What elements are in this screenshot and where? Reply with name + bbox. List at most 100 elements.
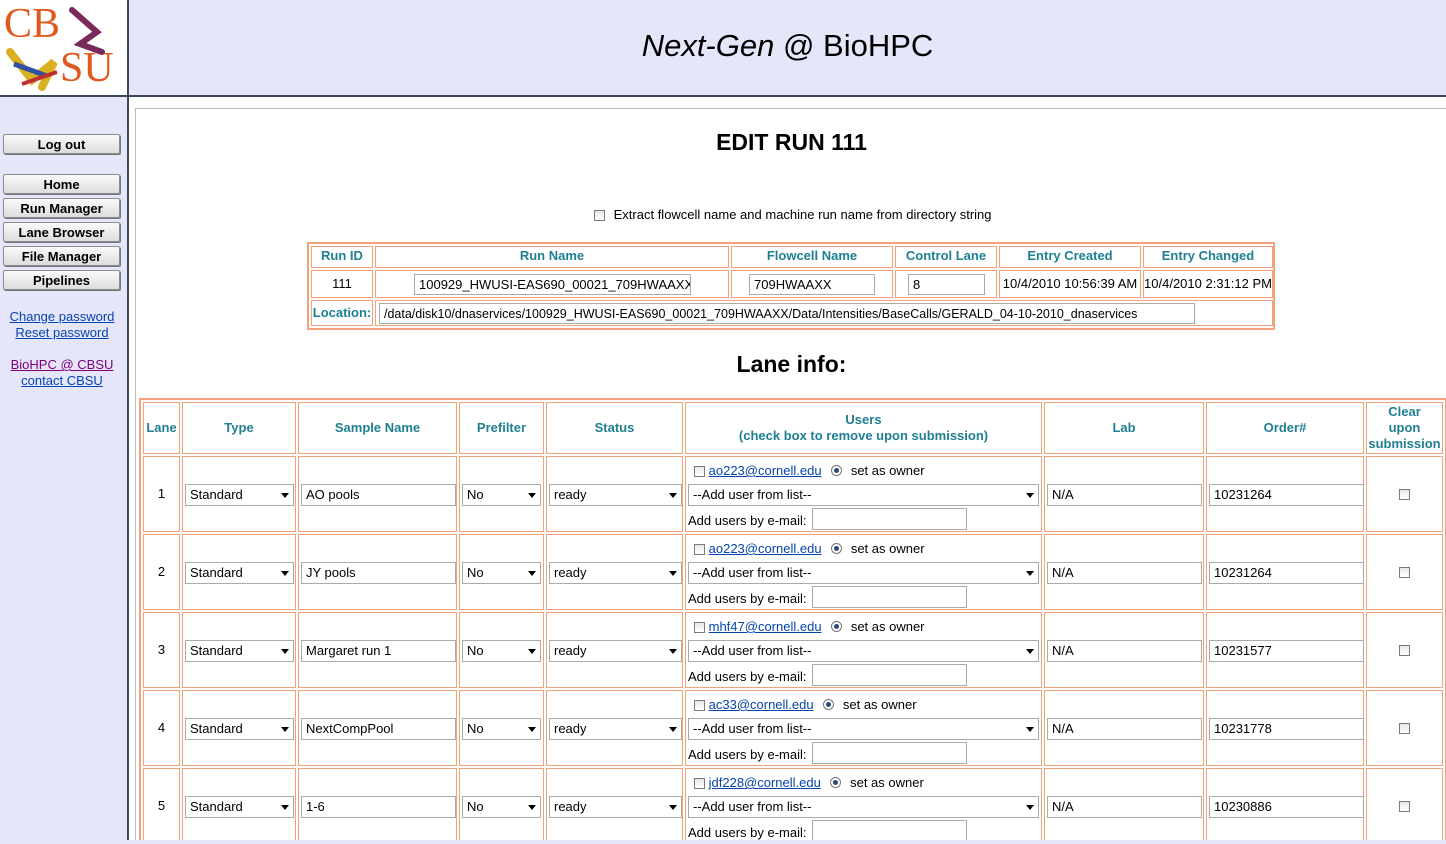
lab-input[interactable]: N/A — [1047, 796, 1202, 818]
owner-radio[interactable] — [831, 543, 843, 554]
add-user-email-input[interactable] — [812, 508, 967, 530]
user-entry: ac33@cornell.edu set as owner — [694, 697, 917, 712]
clear-cell — [1366, 690, 1443, 766]
lane-browser-button[interactable]: Lane Browser — [3, 222, 120, 242]
user-email-link[interactable]: ao223@cornell.edu — [709, 541, 822, 556]
order-input[interactable]: 10231264 — [1209, 562, 1364, 584]
lab-input[interactable]: N/A — [1047, 640, 1202, 662]
sample-name-input[interactable]: AO pools — [301, 484, 456, 506]
prefilter-select[interactable]: No — [462, 562, 541, 584]
status-select[interactable]: ready — [549, 640, 682, 662]
order-cell: 10231577 — [1206, 612, 1364, 688]
extract-checkbox[interactable] — [594, 210, 605, 221]
chevron-down-icon — [281, 493, 289, 498]
type-cell: Standard — [182, 768, 296, 844]
remove-user-checkbox[interactable] — [694, 544, 705, 555]
order-cell: 10231264 — [1206, 456, 1364, 532]
add-user-email-input[interactable] — [812, 586, 967, 608]
type-select[interactable]: Standard — [185, 484, 294, 506]
type-select[interactable]: Standard — [185, 562, 294, 584]
add-user-select-value: --Add user from list-- — [693, 487, 812, 502]
sample-name-input[interactable]: JY pools — [301, 562, 456, 584]
clear-checkbox[interactable] — [1399, 723, 1410, 734]
prefilter-select[interactable]: No — [462, 484, 541, 506]
run-manager-button[interactable]: Run Manager — [3, 198, 120, 218]
owner-radio[interactable] — [823, 699, 835, 710]
file-manager-button[interactable]: File Manager — [3, 246, 120, 266]
remove-user-checkbox[interactable] — [694, 778, 705, 789]
logout-button[interactable]: Log out — [3, 134, 120, 154]
chevron-down-icon — [281, 649, 289, 654]
lab-input[interactable]: N/A — [1047, 562, 1202, 584]
add-user-email-input[interactable] — [812, 664, 967, 686]
order-cell: 10231778 — [1206, 690, 1364, 766]
type-select[interactable]: Standard — [185, 640, 294, 662]
sample-name-input[interactable]: Margaret run 1 — [301, 640, 456, 662]
add-user-select[interactable]: --Add user from list-- — [688, 640, 1039, 662]
remove-user-checkbox[interactable] — [694, 622, 705, 633]
sample-name-input[interactable]: 1-6 — [301, 796, 456, 818]
change-password-link[interactable]: Change password — [0, 309, 124, 324]
pipelines-button[interactable]: Pipelines — [3, 270, 120, 290]
clear-checkbox[interactable] — [1399, 801, 1410, 812]
status-cell: ready — [546, 768, 683, 844]
clear-checkbox[interactable] — [1399, 567, 1410, 578]
prefilter-select-value: No — [467, 487, 484, 502]
remove-user-checkbox[interactable] — [694, 700, 705, 711]
prefilter-select[interactable]: No — [462, 796, 541, 818]
status-select[interactable]: ready — [549, 796, 682, 818]
flowcell-name-input[interactable]: 709HWAAXX — [749, 274, 875, 295]
control-lane-input[interactable]: 8 — [908, 274, 985, 295]
status-select[interactable]: ready — [549, 718, 682, 740]
remove-user-checkbox[interactable] — [694, 466, 705, 477]
cbsu-logo: CB SU — [0, 0, 129, 97]
run-name-input[interactable]: 100929_HWUSI-EAS690_00021_709HWAAXX — [414, 274, 691, 295]
add-user-email-input[interactable] — [812, 742, 967, 764]
order-input[interactable]: 10231577 — [1209, 640, 1364, 662]
reset-password-link[interactable]: Reset password — [0, 325, 124, 340]
user-email-link[interactable]: mhf47@cornell.edu — [709, 619, 822, 634]
extract-row: Extract flowcell name and machine run na… — [594, 207, 992, 222]
biohpc-link[interactable]: BioHPC @ CBSU — [0, 357, 124, 372]
status-select[interactable]: ready — [549, 562, 682, 584]
type-select-value: Standard — [190, 487, 243, 502]
type-select[interactable]: Standard — [185, 796, 294, 818]
location-input[interactable]: /data/disk10/dnaservices/100929_HWUSI-EA… — [379, 303, 1195, 324]
lab-input[interactable]: N/A — [1047, 718, 1202, 740]
lane-number: 5 — [143, 768, 180, 844]
lab-input[interactable]: N/A — [1047, 484, 1202, 506]
prefilter-cell: No — [459, 690, 544, 766]
add-user-select[interactable]: --Add user from list-- — [688, 718, 1039, 740]
order-input[interactable]: 10230886 — [1209, 796, 1364, 818]
chevron-down-icon — [669, 493, 677, 498]
users-cell: mhf47@cornell.edu set as owner --Add use… — [685, 612, 1042, 688]
user-entry: ao223@cornell.edu set as owner — [694, 463, 925, 478]
status-cell: ready — [546, 690, 683, 766]
add-user-select[interactable]: --Add user from list-- — [688, 562, 1039, 584]
status-select[interactable]: ready — [549, 484, 682, 506]
type-select[interactable]: Standard — [185, 718, 294, 740]
order-input[interactable]: 10231264 — [1209, 484, 1364, 506]
prefilter-select[interactable]: No — [462, 640, 541, 662]
user-email-link[interactable]: ao223@cornell.edu — [709, 463, 822, 478]
add-user-select[interactable]: --Add user from list-- — [688, 484, 1039, 506]
order-input[interactable]: 10231778 — [1209, 718, 1364, 740]
owner-radio[interactable] — [831, 465, 843, 476]
prefilter-select[interactable]: No — [462, 718, 541, 740]
type-select-value: Standard — [190, 643, 243, 658]
add-user-select[interactable]: --Add user from list-- — [688, 796, 1039, 818]
clear-checkbox[interactable] — [1399, 645, 1410, 656]
user-email-link[interactable]: ac33@cornell.edu — [709, 697, 814, 712]
add-user-email-input[interactable] — [812, 820, 967, 842]
user-email-link[interactable]: jdf228@cornell.edu — [709, 775, 821, 790]
owner-radio[interactable] — [830, 777, 842, 788]
users-cell: ao223@cornell.edu set as owner --Add use… — [685, 534, 1042, 610]
lab-cell: N/A — [1044, 768, 1204, 844]
sample-name-input[interactable]: NextCompPool — [301, 718, 456, 740]
status-select-value: ready — [554, 565, 587, 580]
owner-radio[interactable] — [831, 621, 843, 632]
header-clear: Clear upon submission — [1366, 402, 1443, 454]
home-button[interactable]: Home — [3, 174, 120, 194]
contact-link[interactable]: contact CBSU — [0, 373, 124, 388]
clear-checkbox[interactable] — [1399, 489, 1410, 500]
